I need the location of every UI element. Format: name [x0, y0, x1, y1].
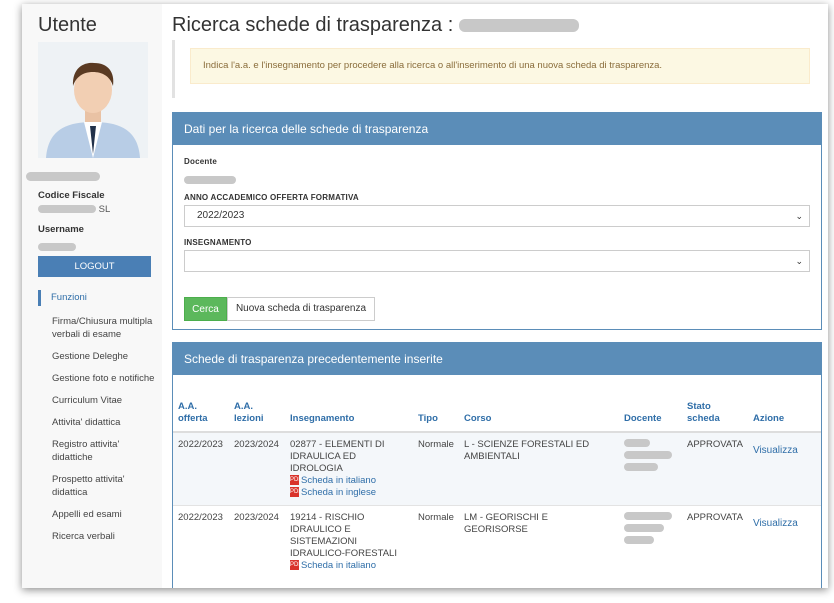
col-insegnamento: Insegnamento	[285, 397, 413, 433]
schede-table: A.A. offerta A.A. lezioni Insegnamento T…	[173, 397, 821, 578]
menu-item-attivita-didattica[interactable]: Attivita' didattica	[38, 416, 158, 429]
scheda-italiano-link[interactable]: PDFScheda in italiano	[290, 475, 408, 487]
docente-label: Docente	[184, 157, 217, 166]
cell-aa-offerta: 2022/2023	[173, 432, 229, 506]
logout-button[interactable]: LOGOUT	[38, 256, 151, 277]
cell-insegnamento: 02877 - ELEMENTI DI IDRAULICA ED IDROLOG…	[285, 432, 413, 506]
cell-tipo: Normale	[413, 432, 459, 506]
anno-label: ANNO ACCADEMICO OFFERTA FORMATIVA	[184, 193, 359, 202]
codice-fiscale-value: SL	[38, 204, 110, 215]
main-content: Ricerca schede di trasparenza : Indica l…	[172, 4, 822, 588]
cell-aa-lezioni: 2023/2024	[234, 512, 279, 523]
chevron-down-icon: ⌄	[795, 256, 803, 266]
cell-corso: LM - GEORISCHI E GEORISORSE	[464, 512, 548, 535]
scheda-inglese-link[interactable]: PDFScheda in inglese	[290, 487, 408, 499]
username-value	[38, 238, 76, 256]
sidebar-title: Utente	[38, 14, 97, 36]
anno-select[interactable]: 2022/2023 ⌄	[184, 205, 810, 227]
col-aa-offerta: A.A. offerta	[173, 397, 229, 433]
codice-fiscale-redacted	[38, 205, 96, 214]
new-scheda-button[interactable]: Nuova scheda di trasparenza	[227, 297, 375, 321]
cell-docente	[619, 432, 682, 506]
user-name-redacted	[26, 172, 100, 181]
menu-item-registro[interactable]: Registro attivita' didattiche	[38, 438, 158, 464]
alert-container: Indica l'a.a. e l'insegnamento per proce…	[172, 40, 822, 98]
cell-tipo: Normale	[418, 512, 454, 523]
menu-item-prospetto[interactable]: Prospetto attivita' didattica	[38, 473, 158, 499]
cell-corso: L - SCIENZE FORESTALI ED AMBIENTALI	[459, 432, 619, 506]
visualizza-link[interactable]: Visualizza	[753, 445, 798, 457]
pdf-file-icon: PDF	[290, 487, 302, 498]
table-header-row: A.A. offerta A.A. lezioni Insegnamento T…	[173, 397, 821, 433]
menu-item-gestione-deleghe[interactable]: Gestione Deleghe	[38, 350, 158, 363]
cerca-button[interactable]: Cerca	[184, 297, 227, 321]
menu-item-firma-chiusura[interactable]: Firma/Chiusura multipla verbali di esame	[38, 315, 158, 341]
cell-aa-offerta: 2022/2023	[178, 512, 223, 523]
cell-docente	[619, 506, 682, 579]
codice-fiscale-suffix: SL	[98, 204, 111, 215]
docente-redacted	[624, 463, 658, 471]
insegnamento-select[interactable]: ⌄	[184, 250, 810, 272]
page-title-text: Ricerca schede di trasparenza :	[172, 14, 454, 36]
cell-azione: Visualizza	[748, 506, 821, 579]
page-title-redacted	[459, 19, 580, 33]
insegnamento-text: 02877 - ELEMENTI DI IDRAULICA ED IDROLOG…	[290, 439, 385, 474]
codice-fiscale-label: Codice Fiscale	[38, 190, 105, 201]
col-corso: Corso	[459, 397, 619, 433]
scheda-italiano-label: Scheda in italiano	[301, 475, 376, 486]
cell-azione: Visualizza	[747, 432, 821, 506]
cell-aa-lezioni: 2023/2024	[229, 432, 285, 506]
info-alert: Indica l'a.a. e l'insegnamento per proce…	[190, 48, 810, 84]
username-redacted	[38, 242, 76, 251]
docente-value	[184, 171, 236, 189]
col-aa-lezioni: A.A. lezioni	[229, 397, 285, 433]
menu-item-gestione-foto[interactable]: Gestione foto e notifiche	[38, 372, 158, 385]
pdf-file-icon: PDF	[290, 475, 302, 486]
menu-item-curriculum[interactable]: Curriculum Vitae	[38, 394, 158, 407]
app-window: Utente Codice Fiscale SL Username LOGOUT…	[22, 4, 828, 588]
col-tipo: Tipo	[413, 397, 459, 433]
avatar	[38, 42, 148, 158]
menu-header-funzioni[interactable]: Funzioni	[38, 290, 158, 306]
chevron-down-icon: ⌄	[795, 211, 803, 221]
search-panel-heading: Dati per la ricerca delle schede di tras…	[173, 113, 821, 145]
docente-redacted	[624, 524, 664, 532]
pdf-file-icon: PDF	[290, 560, 302, 571]
docente-redacted	[184, 175, 236, 184]
search-panel: Dati per la ricerca delle schede di tras…	[172, 112, 822, 330]
table-row: 2022/2023 2023/2024 19214 - RISCHIO IDRA…	[173, 506, 821, 579]
table-row: 2022/2023 2023/2024 02877 - ELEMENTI DI …	[173, 432, 821, 506]
insegnamento-label: INSEGNAMENTO	[184, 238, 252, 247]
list-panel-heading: Schede di trasparenza precedentemente in…	[173, 343, 821, 375]
anno-select-value: 2022/2023	[197, 210, 245, 221]
visualizza-link[interactable]: Visualizza	[753, 518, 798, 530]
docente-redacted	[624, 512, 672, 520]
cell-stato: APPROVATA	[682, 432, 748, 506]
docente-redacted	[624, 451, 672, 459]
insegnamento-text: 19214 - RISCHIO IDRAULICO E SISTEMAZIONI…	[290, 512, 397, 559]
scheda-italiano-label: Scheda in italiano	[301, 560, 376, 571]
cell-insegnamento: 19214 - RISCHIO IDRAULICO E SISTEMAZIONI…	[285, 506, 413, 579]
docente-redacted	[624, 439, 650, 447]
sidebar-menu: Funzioni Firma/Chiusura multipla verbali…	[38, 290, 158, 543]
menu-item-ricerca-verbali[interactable]: Ricerca verbali	[38, 530, 158, 543]
username-label: Username	[38, 224, 84, 235]
user-avatar-icon	[38, 42, 148, 158]
sidebar: Utente Codice Fiscale SL Username LOGOUT…	[22, 4, 162, 588]
menu-item-appelli[interactable]: Appelli ed esami	[38, 508, 158, 521]
col-stato: Stato scheda	[682, 397, 748, 433]
schede-list-panel: Schede di trasparenza precedentemente in…	[172, 342, 822, 588]
col-docente: Docente	[619, 397, 682, 433]
page-title: Ricerca schede di trasparenza :	[172, 14, 580, 37]
cell-stato: APPROVATA	[687, 512, 743, 523]
scheda-italiano-link[interactable]: PDFScheda in italiano	[290, 560, 408, 572]
docente-redacted	[624, 536, 654, 544]
scheda-inglese-label: Scheda in inglese	[301, 487, 376, 498]
col-azione: Azione	[747, 397, 821, 433]
